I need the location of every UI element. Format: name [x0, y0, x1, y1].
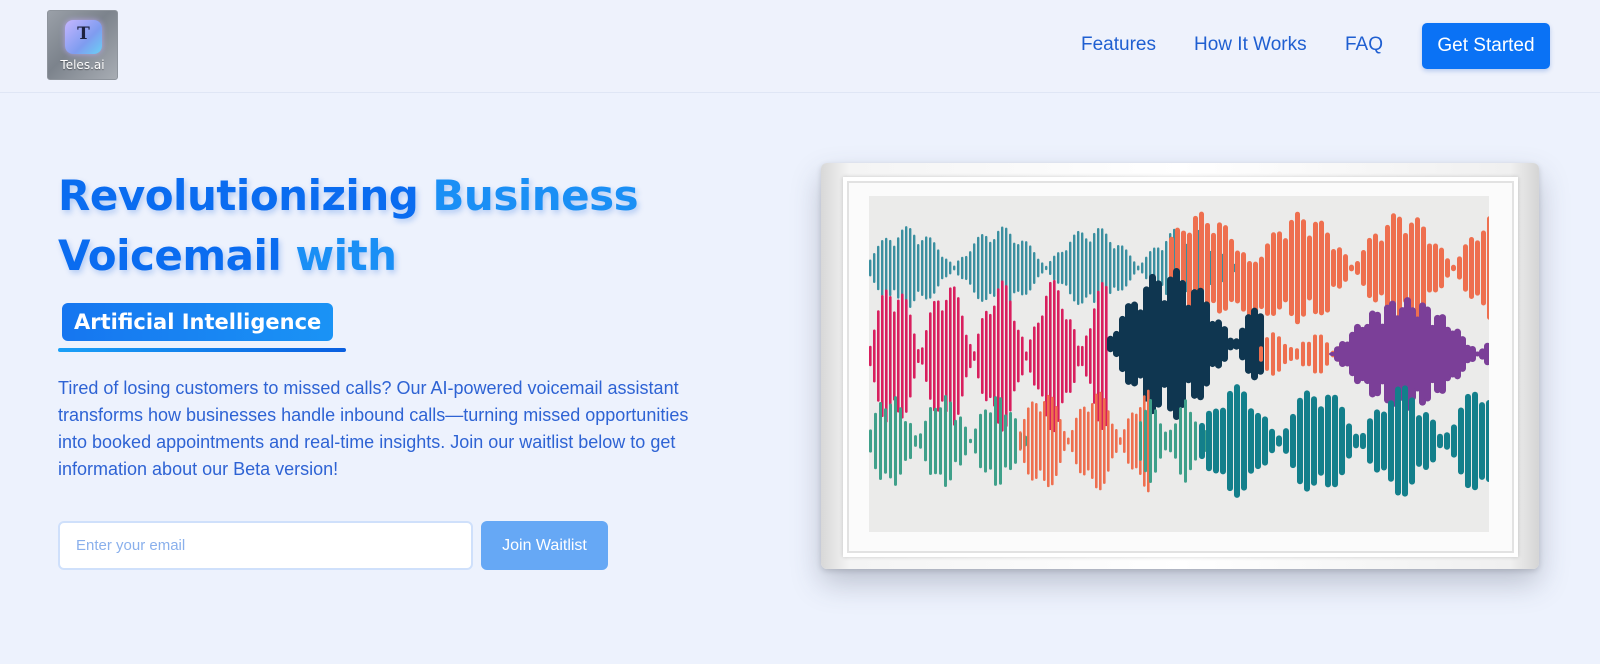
email-input[interactable] — [58, 521, 473, 570]
site-header: T Teles.ai Features How It Works FAQ Get… — [0, 0, 1600, 93]
badge-underline — [58, 348, 346, 352]
ai-badge: Artificial Intelligence — [62, 303, 334, 341]
headline-word: with — [295, 231, 397, 280]
logo-text: Teles.ai — [60, 58, 105, 72]
get-started-button[interactable]: Get Started — [1422, 23, 1550, 69]
framed-artwork — [821, 163, 1539, 569]
nav-features[interactable]: Features — [1081, 34, 1156, 56]
headline-word: Business — [432, 171, 639, 220]
phone-t-logo-icon: T — [65, 20, 102, 54]
soundwave-artwork — [869, 196, 1489, 532]
headline-word: Revolutionizing — [58, 171, 419, 220]
nav-how-it-works[interactable]: How It Works — [1194, 34, 1307, 56]
hero-description: Tired of losing customers to missed call… — [58, 378, 689, 479]
teles-logo[interactable]: T Teles.ai — [47, 10, 118, 80]
soundwave-graphic — [869, 211, 1489, 498]
headline-word: Voicemail — [58, 231, 282, 280]
join-waitlist-button[interactable]: Join Waitlist — [481, 521, 608, 570]
nav-faq[interactable]: FAQ — [1345, 34, 1383, 56]
hero-headline: Revolutionizing Business Voicemail with — [58, 166, 758, 286]
